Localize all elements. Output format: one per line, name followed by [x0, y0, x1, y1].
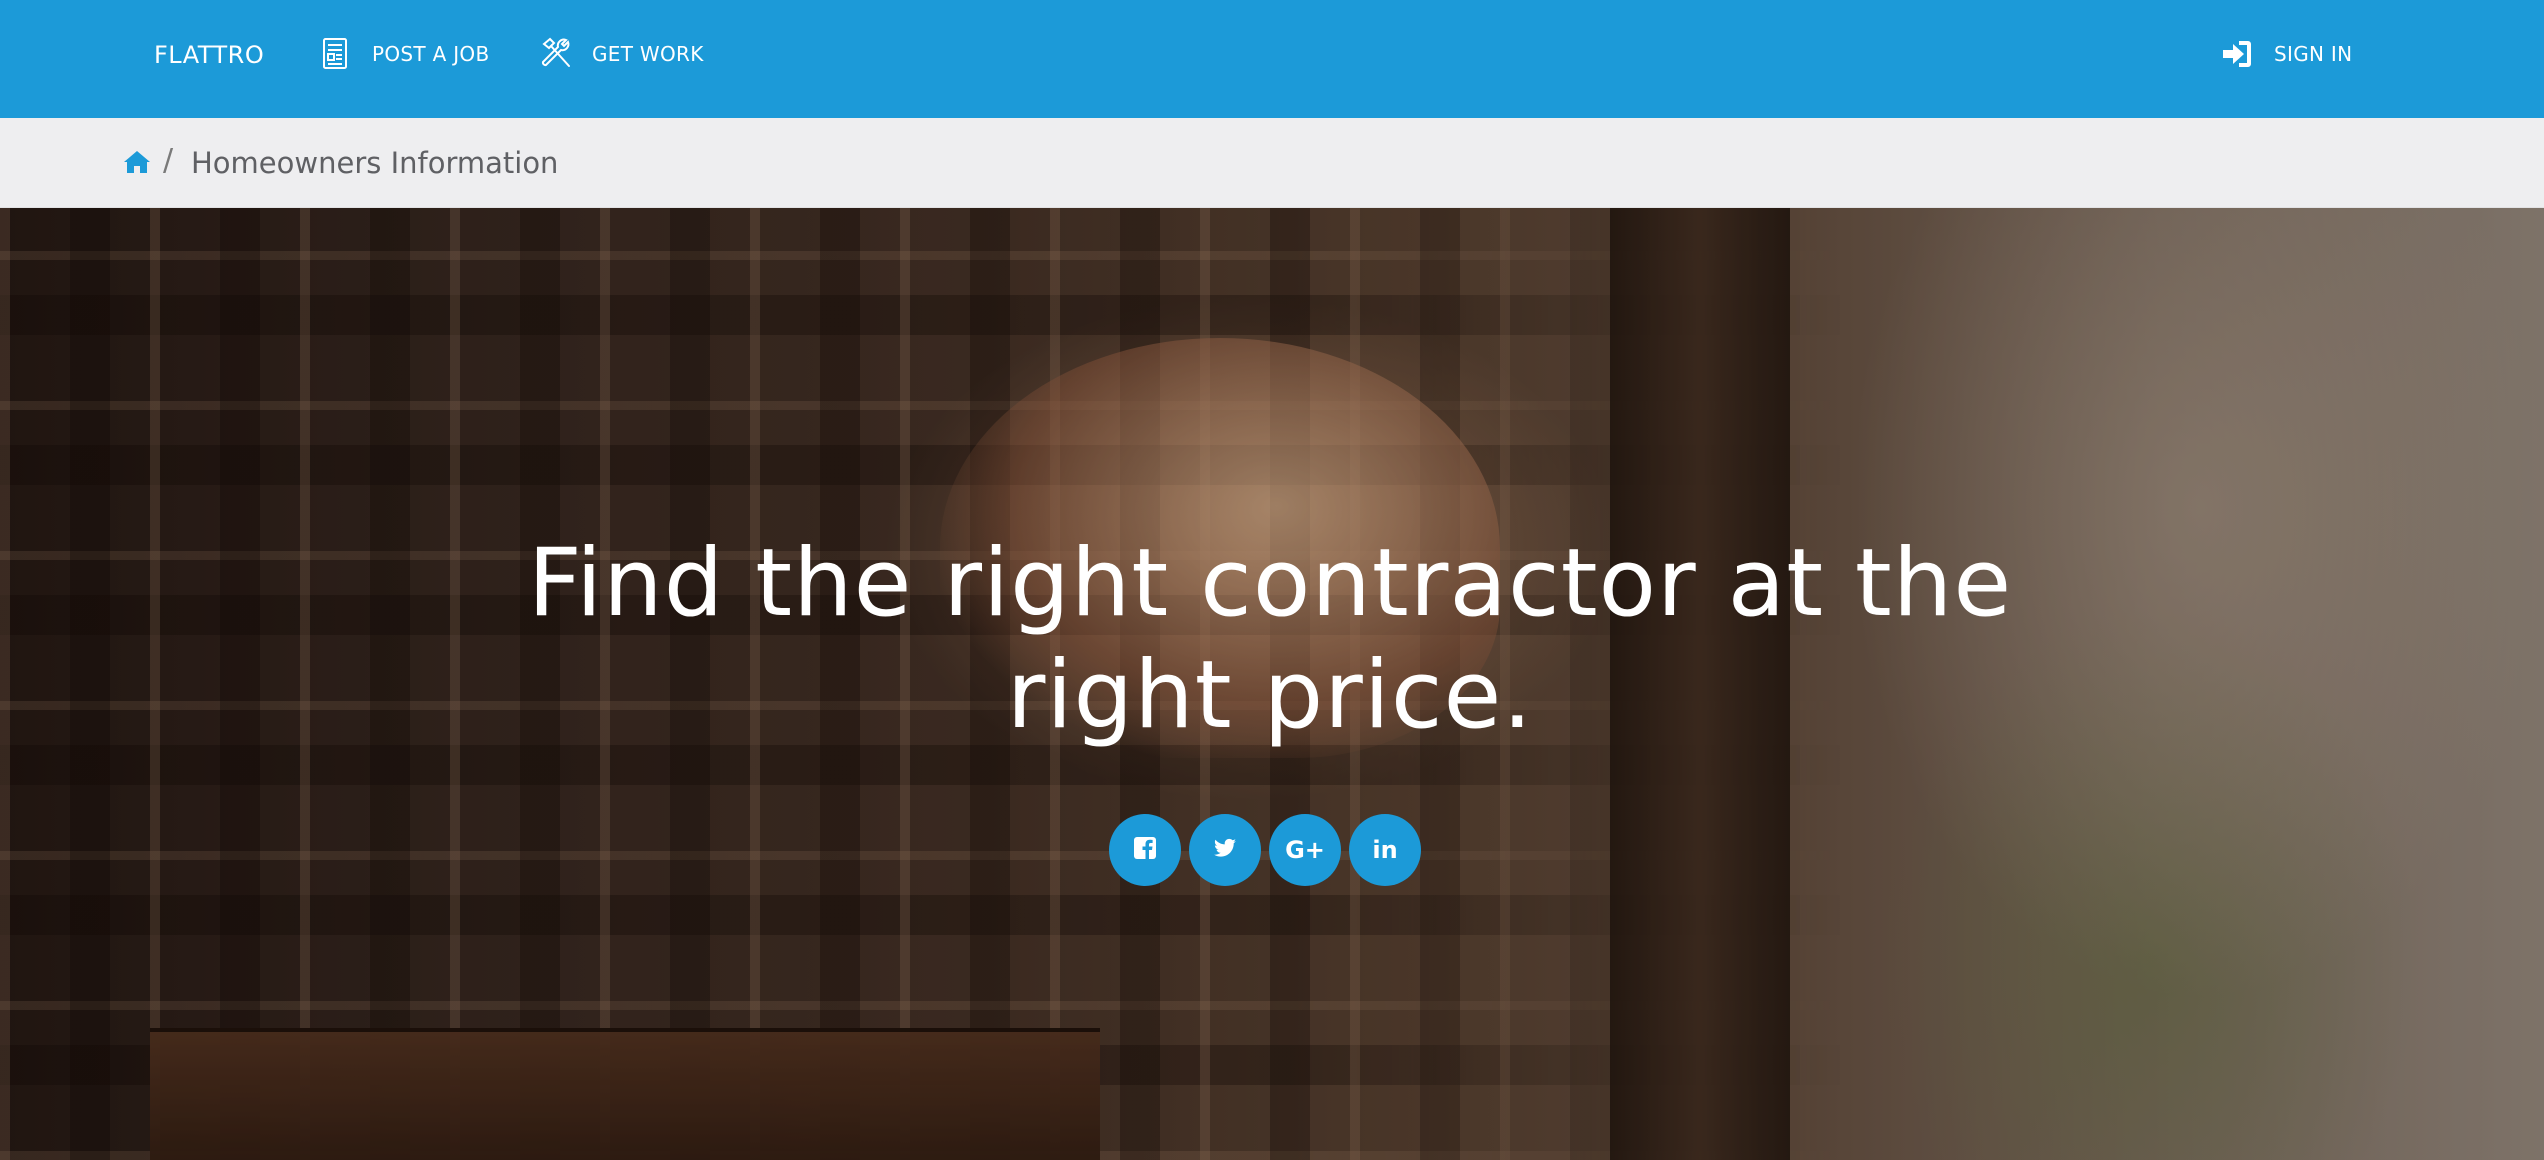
breadcrumb-separator: /	[163, 143, 174, 178]
breadcrumb-home-link[interactable]	[123, 149, 151, 175]
nav-get-work-label: GET WORK	[592, 42, 704, 66]
sign-in-link[interactable]: SIGN IN	[2220, 34, 2352, 74]
linkedin-icon: in	[1372, 836, 1398, 864]
twitter-share-button[interactable]	[1189, 814, 1261, 886]
brand-logo-link[interactable]: FLATTRO	[154, 40, 264, 70]
sign-in-label: SIGN IN	[2274, 42, 2353, 66]
google-plus-share-button[interactable]: G+	[1269, 814, 1341, 886]
home-icon	[123, 151, 151, 179]
hero-title: Find the right contractor at the right p…	[527, 529, 2013, 750]
social-share-buttons: G+ in	[1109, 814, 1421, 886]
twitter-icon	[1212, 835, 1238, 865]
breadcrumb: / Homeowners Information	[0, 118, 2544, 208]
facebook-share-button[interactable]	[1109, 814, 1181, 886]
breadcrumb-current-page: Homeowners Information	[191, 146, 559, 180]
top-navbar: FLATTRO POST A JOB GET WORK SIGN IN	[0, 0, 2544, 118]
linkedin-share-button[interactable]: in	[1349, 814, 1421, 886]
nav-post-a-job-link[interactable]: POST A JOB	[318, 34, 489, 74]
sign-in-icon	[2220, 37, 2254, 71]
facebook-icon	[1132, 835, 1158, 865]
nav-get-work-link[interactable]: GET WORK	[538, 34, 704, 74]
job-post-icon	[318, 36, 354, 72]
nav-post-a-job-label: POST A JOB	[372, 42, 490, 66]
google-plus-icon: G+	[1285, 836, 1325, 864]
hero-banner: Find the right contractor at the right p…	[0, 208, 2544, 1160]
tools-icon	[538, 36, 574, 72]
